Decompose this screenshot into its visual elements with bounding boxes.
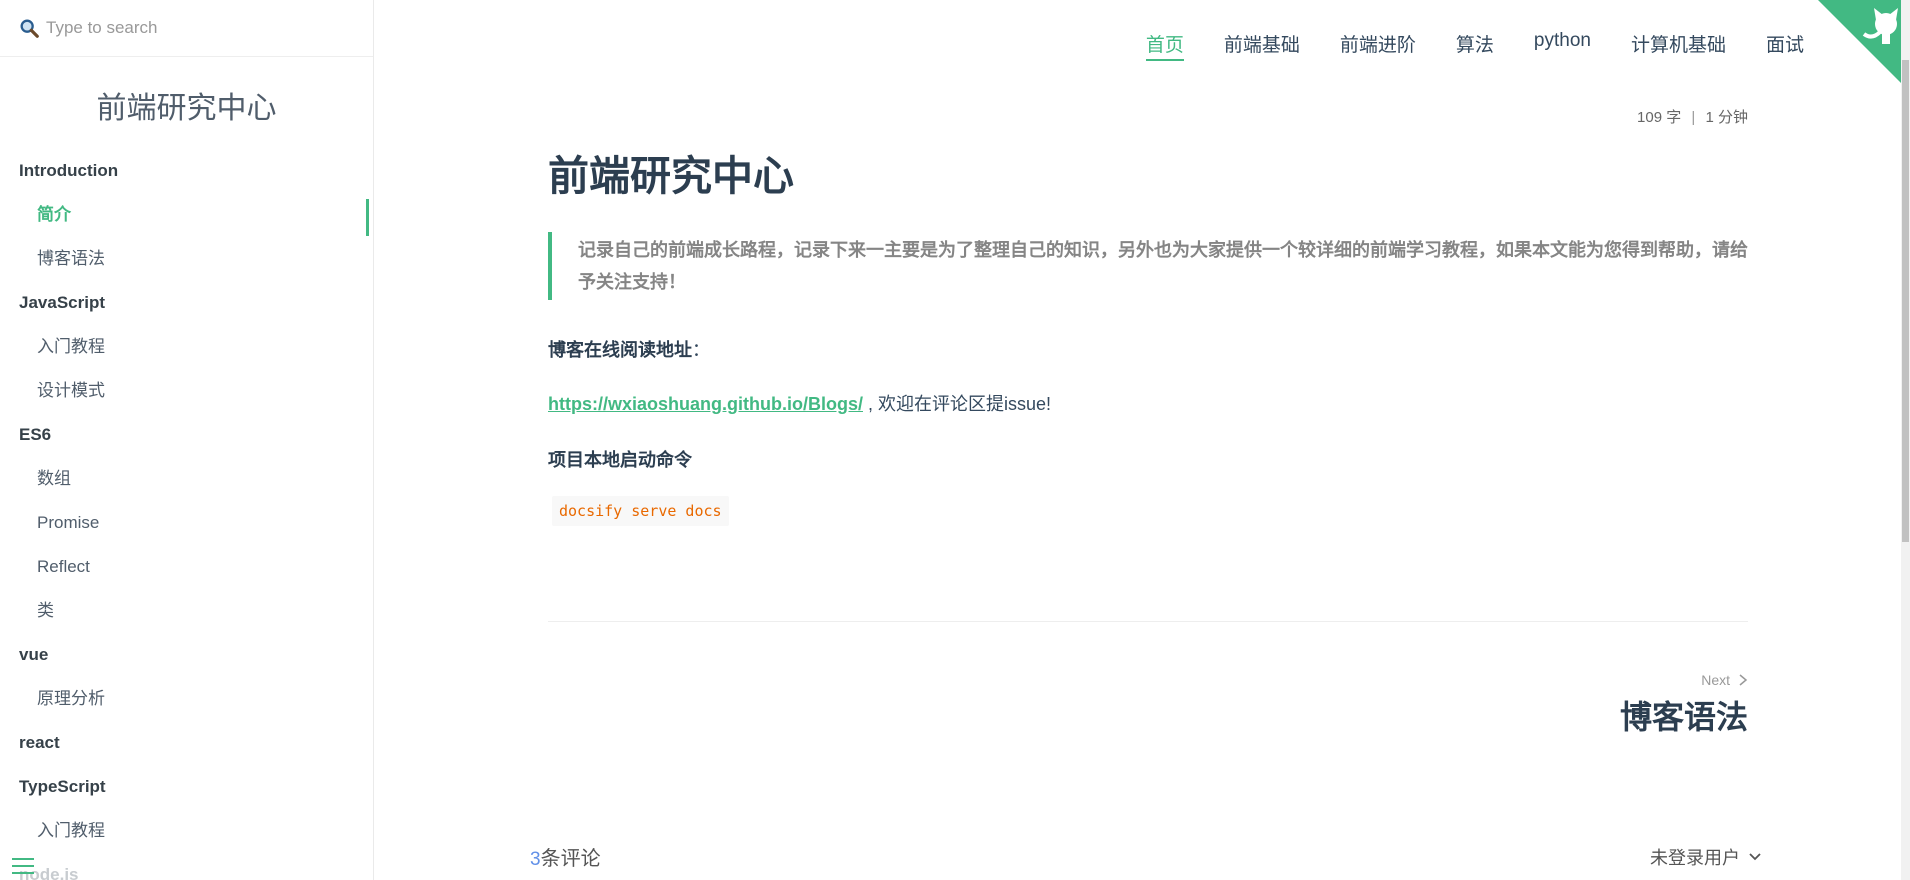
chevron-down-icon (1749, 852, 1761, 860)
comments-bar: 3条评论 未登录用户 (530, 842, 1762, 871)
sidebar: 前端研究中心 Introduction简介博客语法JavaScript入门教程设… (0, 0, 374, 880)
page-title: 前端研究中心 (548, 153, 794, 199)
sidebar-item[interactable]: 简介 (0, 193, 373, 237)
online-address-label: 博客在线阅读地址 (548, 340, 692, 360)
next-label: Next (1701, 672, 1730, 688)
github-corner-icon[interactable] (1800, 0, 1910, 92)
scrollbar-thumb[interactable] (1902, 60, 1909, 542)
user-name: 未登录用户 (1650, 847, 1740, 868)
comment-count: 3条评论 (530, 842, 601, 871)
nav-link[interactable]: 算法 (1456, 30, 1494, 61)
search-icon (20, 19, 39, 38)
site-title[interactable]: 前端研究中心 (0, 83, 373, 127)
sidebar-item[interactable]: Reflect (0, 545, 373, 589)
online-address-colon: ： (692, 340, 710, 360)
article-meta: 109 字 | 1 分钟 (548, 106, 1748, 127)
blog-link-suffix: , 欢迎在评论区提issue! (862, 394, 1052, 414)
next-page-title[interactable]: 博客语法 (1620, 692, 1748, 738)
sidebar-group-title[interactable]: react (0, 721, 373, 765)
code-snippet: docsify serve docs (552, 496, 729, 526)
sidebar-group-title[interactable]: node.js (0, 853, 373, 880)
sidebar-toggle-icon[interactable] (12, 858, 34, 876)
sidebar-group-title[interactable]: vue (0, 633, 373, 677)
sidebar-item[interactable]: 博客语法 (0, 237, 373, 281)
sidebar-item[interactable]: Promise (0, 501, 373, 545)
sidebar-group-title[interactable]: JavaScript (0, 281, 373, 325)
online-address-line: 博客在线阅读地址： (548, 336, 710, 362)
sidebar-group-title[interactable]: TypeScript (0, 765, 373, 809)
top-nav: 首页 前端基础 前端进阶 算法 python 计算机基础 面试 (1106, 30, 1804, 61)
start-command-heading: 项目本地启动命令 (548, 450, 692, 470)
chevron-right-icon (1739, 674, 1748, 686)
divider (548, 621, 1748, 622)
blog-link-line: https://wxiaoshuang.github.io/Blogs/ , 欢… (548, 390, 1051, 416)
sidebar-item[interactable]: 数组 (0, 457, 373, 501)
nav-link[interactable]: 首页 (1145, 30, 1184, 61)
pagination-next[interactable]: Next 博客语法 (1620, 672, 1748, 738)
nav-link[interactable]: python (1534, 30, 1591, 61)
nav-link[interactable]: 前端基础 (1224, 30, 1300, 61)
user-menu[interactable]: 未登录用户 (1650, 842, 1762, 871)
intro-quote: 记录自己的前端成长路程，记录下来一主要是为了整理自己的知识，另外也为大家提供一个… (548, 232, 1748, 300)
meta-separator: | (1691, 109, 1696, 126)
sidebar-item[interactable]: 类 (0, 589, 373, 633)
word-count: 109 字 (1637, 109, 1682, 126)
scrollbar[interactable] (1901, 0, 1910, 880)
blog-link[interactable]: https://wxiaoshuang.github.io/Blogs/ (548, 394, 863, 414)
nav-link[interactable]: 计算机基础 (1631, 30, 1726, 61)
sidebar-item[interactable]: 原理分析 (0, 677, 373, 721)
sidebar-item[interactable]: 入门教程 (0, 809, 373, 853)
nav-link[interactable]: 前端进阶 (1340, 30, 1416, 61)
sidebar-nav: Introduction 简介 博客语法 JavaScript 入门教程 设计模式 ES6 数… (0, 149, 373, 880)
sidebar-item[interactable]: 设计模式 (0, 369, 373, 413)
sidebar-item[interactable]: 入门教程 (0, 325, 373, 369)
sidebar-group-title[interactable]: ES6 (0, 413, 373, 457)
comment-count-number: 3 (530, 849, 541, 870)
next-label-row: Next (1620, 672, 1748, 688)
search-input[interactable] (46, 18, 346, 38)
nav-link[interactable]: 面试 (1766, 30, 1804, 61)
read-time: 1 分钟 (1705, 109, 1748, 126)
search-bar (0, 0, 373, 57)
sidebar-group-title[interactable]: Introduction (0, 149, 373, 193)
comment-count-label: 条评论 (540, 848, 601, 870)
